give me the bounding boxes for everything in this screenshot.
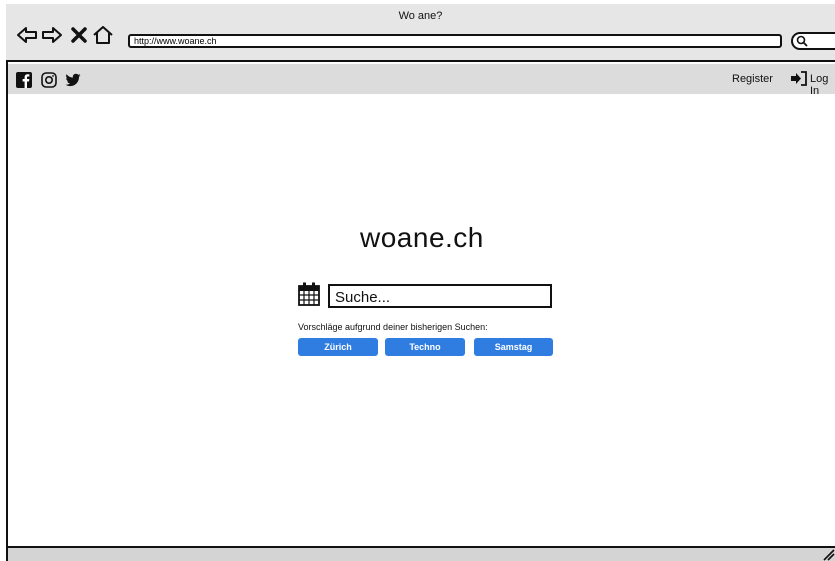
search-icon xyxy=(796,35,808,47)
url-input[interactable]: http://www.woane.ch xyxy=(128,34,782,48)
window-title: Wo ane? xyxy=(398,10,443,22)
suggestions-label: Vorschläge aufgrund deiner bisherigen Su… xyxy=(298,322,488,332)
twitter-icon[interactable] xyxy=(65,72,81,88)
suggestion-chip-zurich[interactable]: Zürich xyxy=(298,338,378,356)
search-input[interactable]: Suche... xyxy=(328,284,552,308)
facebook-icon[interactable] xyxy=(16,72,32,88)
instagram-icon[interactable] xyxy=(41,72,57,88)
login-icon[interactable] xyxy=(790,71,808,86)
browser-titlebar: Wo ane? http://www.woane.ch xyxy=(6,4,835,62)
site-topbar: Register Log In xyxy=(8,64,835,97)
arrow-left-icon[interactable] xyxy=(16,26,38,44)
browser-search-button[interactable] xyxy=(791,32,835,50)
resize-handle-icon[interactable] xyxy=(822,548,835,561)
suggestion-chip-samstag[interactable]: Samstag xyxy=(474,338,553,356)
status-bar xyxy=(8,546,835,561)
login-link[interactable]: Log In xyxy=(810,73,835,97)
arrow-right-icon[interactable] xyxy=(41,26,63,44)
close-icon[interactable] xyxy=(68,26,90,44)
home-icon[interactable] xyxy=(92,26,114,44)
suggestion-chip-techno[interactable]: Techno xyxy=(385,338,465,356)
register-link[interactable]: Register xyxy=(732,73,773,85)
calendar-icon[interactable] xyxy=(298,282,320,306)
site-logo: woane.ch xyxy=(360,222,484,253)
